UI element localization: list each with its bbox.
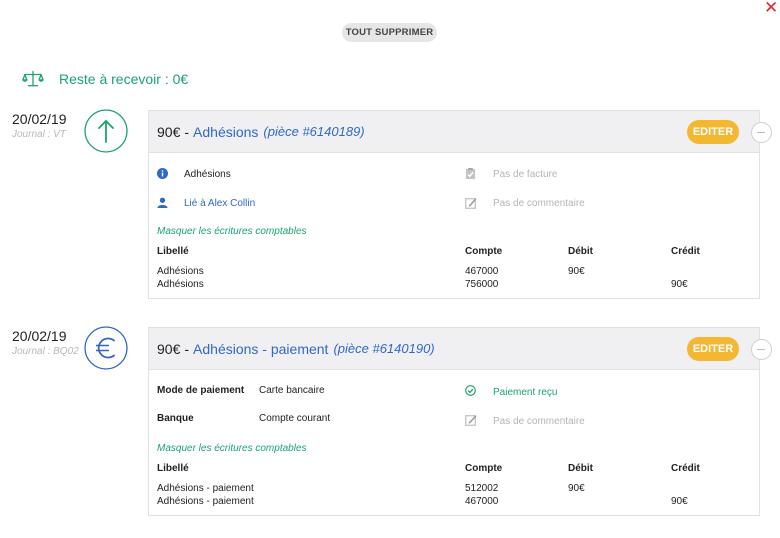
close-icon[interactable]: ✕: [764, 0, 778, 16]
arrow-up-icon: [84, 109, 128, 153]
entry-date: 20/02/19: [12, 111, 67, 127]
entry-journal: Journal : BQ02: [12, 346, 79, 357]
user-icon: [157, 197, 168, 208]
comment-status: Pas de commentaire: [493, 198, 585, 209]
row-label: Adhésions - paiement: [157, 496, 254, 507]
remove-icon[interactable]: [751, 122, 772, 143]
payment-mode-value: Carte bancaire: [259, 385, 325, 396]
entry-separator: -: [184, 123, 190, 140]
row-credit: 90€: [671, 496, 688, 507]
toggle-entries-link[interactable]: Masquer les écritures comptables: [157, 226, 307, 237]
balance-summary: Reste à recevoir : 0€: [22, 69, 188, 89]
scale-balance-icon: [22, 70, 44, 87]
linked-user-link[interactable]: Lié à Alex Collin: [184, 198, 255, 209]
comment-edit-icon: [465, 198, 477, 209]
entry-piece[interactable]: (pièce #6140190): [333, 341, 434, 356]
bank-label: Banque: [157, 413, 194, 424]
row-account: 512002: [465, 483, 499, 494]
column-header-account: Compte: [465, 246, 503, 257]
check-circle-icon: [465, 385, 476, 396]
column-header-label: Libellé: [157, 246, 189, 257]
entry-date-block: 20/02/19 Journal : BQ02: [12, 328, 84, 357]
column-header-debit: Débit: [568, 246, 593, 257]
info-text: Adhésions: [184, 169, 231, 180]
bank-value: Compte courant: [259, 413, 331, 424]
entry-title[interactable]: Adhésions - paiement: [193, 341, 328, 357]
info-icon: [157, 168, 168, 179]
payment-status: Paiement reçu: [493, 387, 558, 398]
clear-all-button[interactable]: TOUT SUPPRIMER: [342, 23, 437, 42]
row-label: Adhésions: [157, 279, 204, 290]
entry-date-block: 20/02/19 Journal : VT: [12, 111, 84, 140]
toggle-entries-link[interactable]: Masquer les écritures comptables: [157, 443, 307, 454]
column-header-credit: Crédit: [671, 463, 700, 474]
column-header-label: Libellé: [157, 463, 189, 474]
column-header-debit: Débit: [568, 463, 593, 474]
column-header-account: Compte: [465, 463, 503, 474]
entry-header: 90€ - Adhésions - paiement (pièce #61401…: [149, 328, 759, 370]
row-account: 467000: [465, 496, 499, 507]
entry-header: 90€ - Adhésions (pièce #6140189): [149, 111, 759, 153]
balance-label: Reste à recevoir : 0€: [59, 71, 189, 87]
row-label: Adhésions: [157, 266, 204, 277]
entry-title[interactable]: Adhésions: [193, 124, 258, 140]
euro-icon: [84, 326, 128, 370]
row-label: Adhésions - paiement: [157, 483, 254, 494]
entry-card: 90€ - Adhésions - paiement (pièce #61401…: [148, 327, 772, 516]
edit-button[interactable]: EDITER: [687, 120, 739, 144]
row-credit: 90€: [671, 279, 688, 290]
entry-piece[interactable]: (pièce #6140189): [263, 124, 364, 139]
entry-amount: 90€: [157, 340, 181, 357]
comment-status: Pas de commentaire: [493, 416, 585, 427]
row-account: 756000: [465, 279, 499, 290]
row-debit: 90€: [568, 483, 585, 494]
invoice-status: Pas de facture: [493, 169, 558, 180]
comment-edit-icon: [465, 415, 477, 426]
edit-button[interactable]: EDITER: [687, 337, 739, 361]
row-debit: 90€: [568, 266, 585, 277]
entry-journal: Journal : VT: [12, 129, 66, 140]
entry-card: 90€ - Adhésions (pièce #6140189) EDITER …: [148, 110, 772, 299]
payment-mode-label: Mode de paiement: [157, 385, 245, 396]
row-account: 467000: [465, 266, 499, 277]
remove-icon[interactable]: [751, 339, 772, 360]
invoice-icon: [465, 168, 476, 180]
entry-date: 20/02/19: [12, 328, 67, 344]
entry-amount: 90€: [157, 123, 181, 140]
entry-separator: -: [184, 340, 190, 357]
column-header-credit: Crédit: [671, 246, 700, 257]
